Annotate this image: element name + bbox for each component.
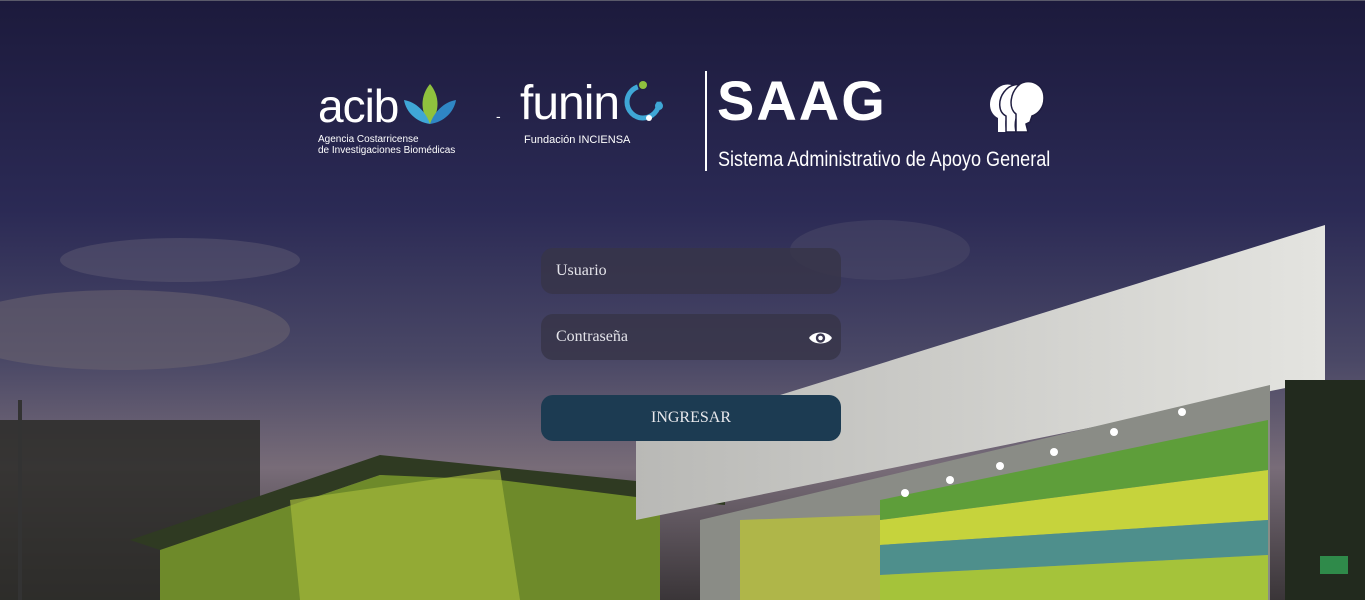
acib-logo: acib Agencia Costarricense de Investigac… (318, 82, 458, 156)
leaf-icon (404, 84, 457, 124)
funin-subtitle: Fundación INCIENSA (524, 134, 631, 146)
background-building-image (0, 0, 1365, 600)
saag-subtitle: Sistema Administrativo de Apoyo General (718, 148, 1051, 171)
funin-logo: funin Fundación INCIENSA (520, 80, 665, 146)
login-button[interactable]: INGRESAR (541, 395, 841, 441)
acib-wordmark: acib (318, 80, 399, 132)
heads-profile-icon (990, 80, 1045, 133)
logo-divider (705, 71, 707, 171)
acib-subtitle-line1: Agencia Costarricense (318, 134, 419, 145)
top-border (0, 0, 1365, 1)
funin-wordmark: funin (520, 77, 620, 130)
password-input[interactable] (541, 314, 841, 360)
acib-subtitle-line2: de Investigaciones Biomédicas (318, 145, 456, 156)
eye-icon[interactable] (808, 328, 833, 348)
username-input[interactable] (541, 248, 841, 294)
saag-title: SAAG (717, 69, 887, 132)
logo-separator: - (496, 108, 501, 124)
circle-dots-icon (624, 81, 664, 121)
